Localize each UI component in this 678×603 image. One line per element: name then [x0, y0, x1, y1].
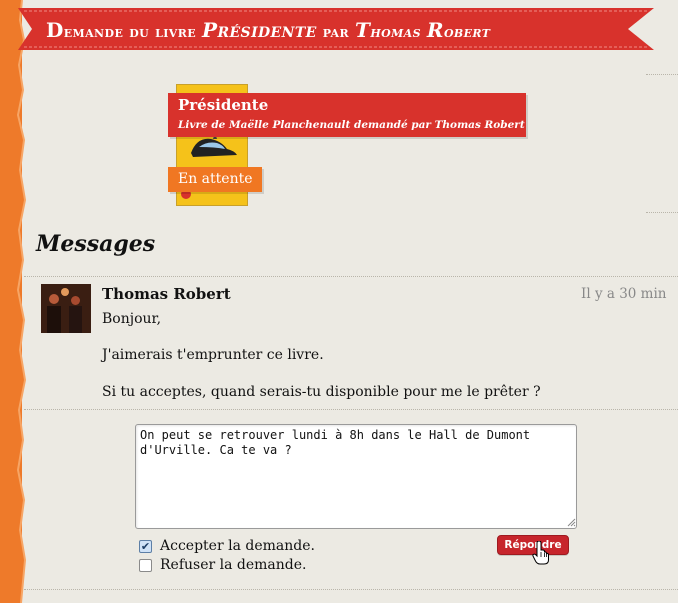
accept-label[interactable]: Accepter la demande.: [160, 538, 315, 554]
checkmark-icon: ✔: [140, 539, 151, 553]
status-label: En attente: [178, 171, 253, 187]
divider: [646, 212, 678, 213]
refuse-label[interactable]: Refuser la demande.: [160, 557, 307, 573]
book-subtitle: Livre de Maëlle Planchenault demandé par…: [178, 119, 525, 131]
status-badge: En attente: [168, 167, 262, 192]
divider: [24, 276, 678, 277]
divider: [24, 589, 678, 590]
accept-option[interactable]: ✔ Accepter la demande.: [139, 538, 315, 554]
refuse-checkbox[interactable]: [139, 558, 152, 572]
message-line: J'aimerais t'emprunter ce livre.: [102, 347, 324, 363]
hand-pointer-icon: [532, 541, 549, 565]
page-title: Demande du livre Présidente par Thomas R…: [46, 18, 491, 42]
accept-checkbox[interactable]: ✔: [139, 539, 152, 553]
message-line: Bonjour,: [102, 311, 162, 327]
message-author[interactable]: Thomas Robert: [102, 285, 231, 303]
message-line: Si tu acceptes, quand serais-tu disponib…: [102, 384, 541, 400]
divider: [646, 74, 678, 75]
divider: [24, 409, 678, 410]
reply-textarea[interactable]: On peut se retrouver lundi à 8h dans le …: [135, 424, 577, 529]
resize-handle-icon[interactable]: [567, 518, 576, 527]
book-title[interactable]: Présidente: [178, 96, 268, 114]
message-timestamp: Il y a 30 min: [581, 286, 667, 302]
page-header-ribbon: Demande du livre Présidente par Thomas R…: [18, 8, 654, 50]
avatar[interactable]: [41, 284, 91, 333]
messages-heading: Messages: [36, 231, 156, 257]
book-title-banner[interactable]: Présidente Livre de Maëlle Planchenault …: [168, 93, 526, 137]
page-title-book: Présidente: [202, 18, 317, 42]
side-decoration: [0, 0, 27, 603]
refuse-option[interactable]: Refuser la demande.: [139, 557, 307, 573]
